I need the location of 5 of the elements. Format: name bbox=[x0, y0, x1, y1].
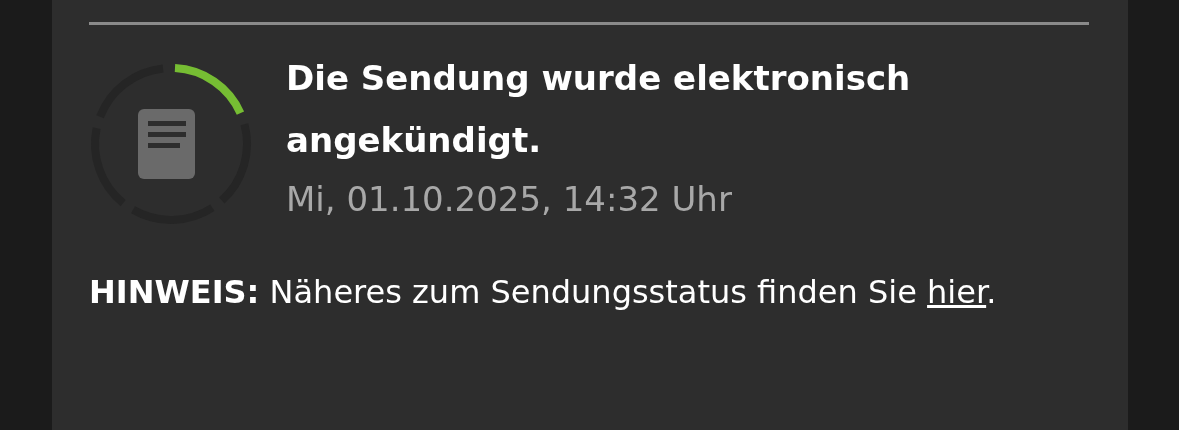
hint-link[interactable]: hier bbox=[927, 273, 987, 311]
progress-ring-icon bbox=[88, 61, 254, 227]
status-timestamp: Mi, 01.10.2025, 14:32 Uhr bbox=[286, 178, 733, 221]
status-title: Die Sendung wurde elektronisch angekündigt. bbox=[286, 57, 912, 162]
hint-text: HINWEIS: Näheres zum Sendungsstatus finden Sie hier. bbox=[89, 272, 998, 313]
